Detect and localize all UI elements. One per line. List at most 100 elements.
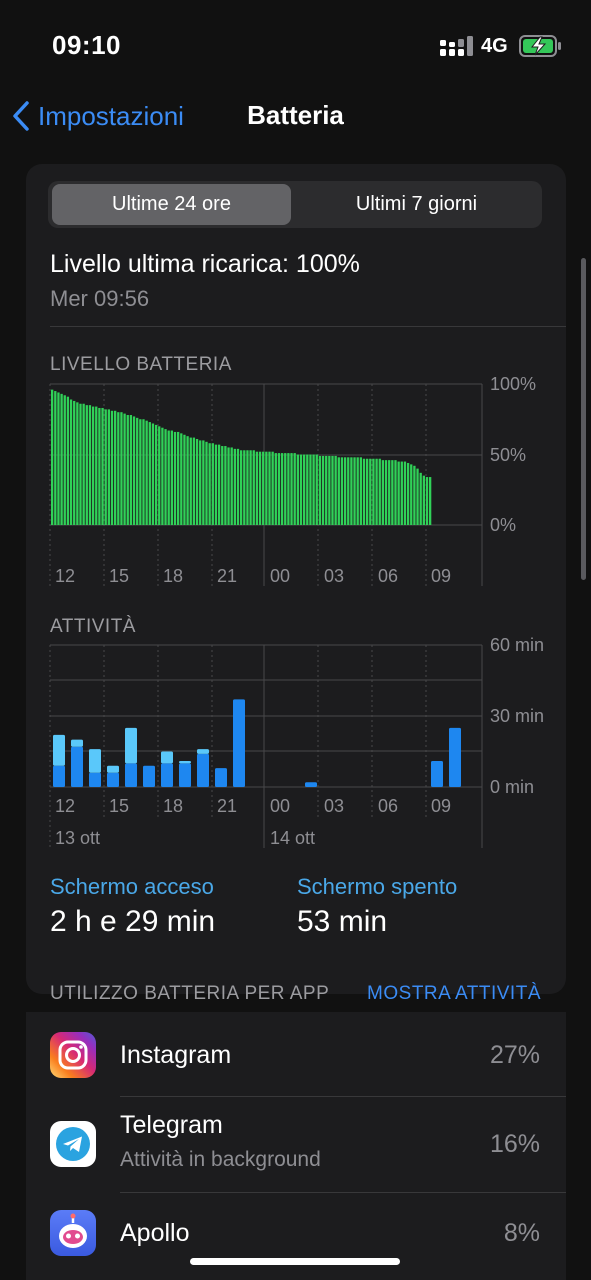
activity-bar-screen-off	[179, 760, 191, 764]
app-row-telegram[interactable]: Telegram Attività in background 16%	[26, 1097, 566, 1193]
activity-y-tick-60: 60 min	[490, 635, 544, 655]
battery-x-tick: 09	[431, 566, 451, 586]
battery-x-tick: 03	[324, 566, 344, 586]
battery-level-bar	[110, 410, 114, 525]
activity-bar-screen-on	[179, 763, 191, 787]
battery-level-bar	[148, 422, 151, 525]
app-name: Apollo	[120, 1219, 190, 1247]
app-name: Telegram	[120, 1111, 223, 1139]
battery-level-bar	[255, 451, 259, 525]
app-row-apollo[interactable]: Apollo 8%	[26, 1193, 566, 1280]
battery-x-tick: 18	[163, 566, 183, 586]
activity-bar-screen-off	[197, 749, 209, 754]
battery-level-bar	[306, 454, 309, 525]
activity-x-tick: 00	[270, 796, 290, 816]
activity-bar-screen-on	[107, 772, 119, 787]
activity-bar-screen-on	[71, 746, 83, 787]
battery-level-bar	[340, 457, 344, 525]
scroll-indicator[interactable]	[581, 258, 586, 580]
battery-level-bar	[391, 460, 394, 525]
battery-level-bar	[217, 444, 221, 525]
battery-level-bar	[104, 409, 107, 525]
battery-level-bar	[142, 419, 145, 525]
battery-level-bar	[277, 453, 281, 525]
activity-bar-screen-on	[161, 763, 173, 787]
battery-level-bar	[359, 457, 362, 525]
activity-bar-screen-off	[161, 751, 173, 764]
screen-off-value: 53 min	[297, 905, 388, 938]
activity-bar-screen-on	[143, 765, 155, 787]
battery-x-tick: 06	[378, 566, 398, 586]
battery-level-bar	[161, 427, 164, 525]
activity-bar-screen-on	[233, 699, 245, 787]
battery-level-bar	[170, 430, 173, 525]
battery-x-tick: 21	[217, 566, 237, 586]
battery-level-bar	[296, 454, 299, 525]
battery-level-bar	[136, 417, 139, 525]
activity-bar-screen-on	[125, 763, 137, 787]
battery-level-bar	[177, 431, 180, 525]
battery-level-bar	[91, 406, 95, 525]
battery-level-bar	[321, 455, 325, 525]
app-row-instagram[interactable]: Instagram 27%	[26, 1012, 566, 1097]
battery-level-bar	[208, 443, 211, 525]
battery-level-bar	[95, 406, 98, 525]
battery-level-bar	[406, 462, 410, 525]
apollo-icon	[50, 1210, 96, 1256]
battery-level-bar	[388, 460, 391, 525]
show-activity-button[interactable]: MOSTRA ATTIVITÀ	[367, 983, 541, 1005]
battery-level-bar	[268, 451, 271, 525]
battery-level-bar	[63, 395, 66, 525]
battery-level-bar	[331, 455, 334, 525]
activity-bar-screen-on	[89, 772, 101, 787]
activity-bar-screen-off	[71, 739, 83, 747]
battery-level-bar	[403, 461, 407, 525]
battery-level-bar	[214, 444, 218, 525]
battery-level-bar	[325, 455, 328, 525]
app-usage-list: Instagram 27% Telegram Attività in backg…	[26, 1012, 566, 1280]
battery-level-bar	[429, 477, 432, 525]
battery-level-bar	[126, 415, 129, 525]
activity-bar-screen-off	[107, 765, 119, 773]
activity-bar-screen-off	[53, 734, 65, 766]
app-subtitle: Attività in background	[120, 1148, 321, 1171]
battery-level-bar	[249, 450, 252, 525]
battery-y-tick-0: 0%	[490, 515, 516, 535]
activity-x-tick: 12	[55, 796, 75, 816]
activity-x-tick: 09	[431, 796, 451, 816]
battery-level-bar	[271, 451, 274, 525]
battery-level-bar	[372, 458, 375, 525]
battery-level-bar	[356, 457, 359, 525]
activity-bar-screen-on	[197, 753, 209, 787]
instagram-icon	[50, 1032, 96, 1078]
battery-level-bar	[227, 447, 230, 525]
app-percent: 8%	[503, 1219, 540, 1247]
telegram-icon	[50, 1121, 96, 1167]
battery-level-bar	[252, 450, 255, 525]
usage-by-app-header: UTILIZZO BATTERIA PER APP	[50, 983, 330, 1004]
battery-level-bar	[79, 403, 82, 525]
activity-bar-screen-on	[431, 760, 443, 787]
battery-level-bar	[151, 423, 155, 525]
battery-level-bar	[117, 412, 120, 525]
activity-bar-screen-on	[449, 727, 461, 787]
battery-level-bar	[243, 450, 246, 525]
battery-level-bar	[88, 405, 92, 525]
activity-x-tick: 03	[324, 796, 344, 816]
battery-level-bar	[425, 477, 429, 525]
battery-level-bar	[186, 436, 189, 525]
battery-level-bar	[240, 450, 243, 525]
home-indicator[interactable]	[190, 1258, 400, 1265]
battery-level-bar	[362, 458, 366, 525]
battery-level-bar	[224, 446, 227, 525]
activity-bar-screen-off	[89, 749, 101, 773]
activity-x-tick: 15	[109, 796, 129, 816]
battery-x-tick: 00	[270, 566, 290, 586]
activity-x-ticks: 12 15 18 21 00 03 06 09	[55, 796, 451, 816]
battery-level-bar	[299, 454, 303, 525]
battery-level-bar	[51, 389, 54, 525]
battery-level-bar	[246, 450, 249, 525]
battery-level-bar	[66, 396, 70, 525]
battery-level-bar	[369, 458, 372, 525]
activity-date-label-14-ott: 14 ott	[270, 828, 315, 848]
